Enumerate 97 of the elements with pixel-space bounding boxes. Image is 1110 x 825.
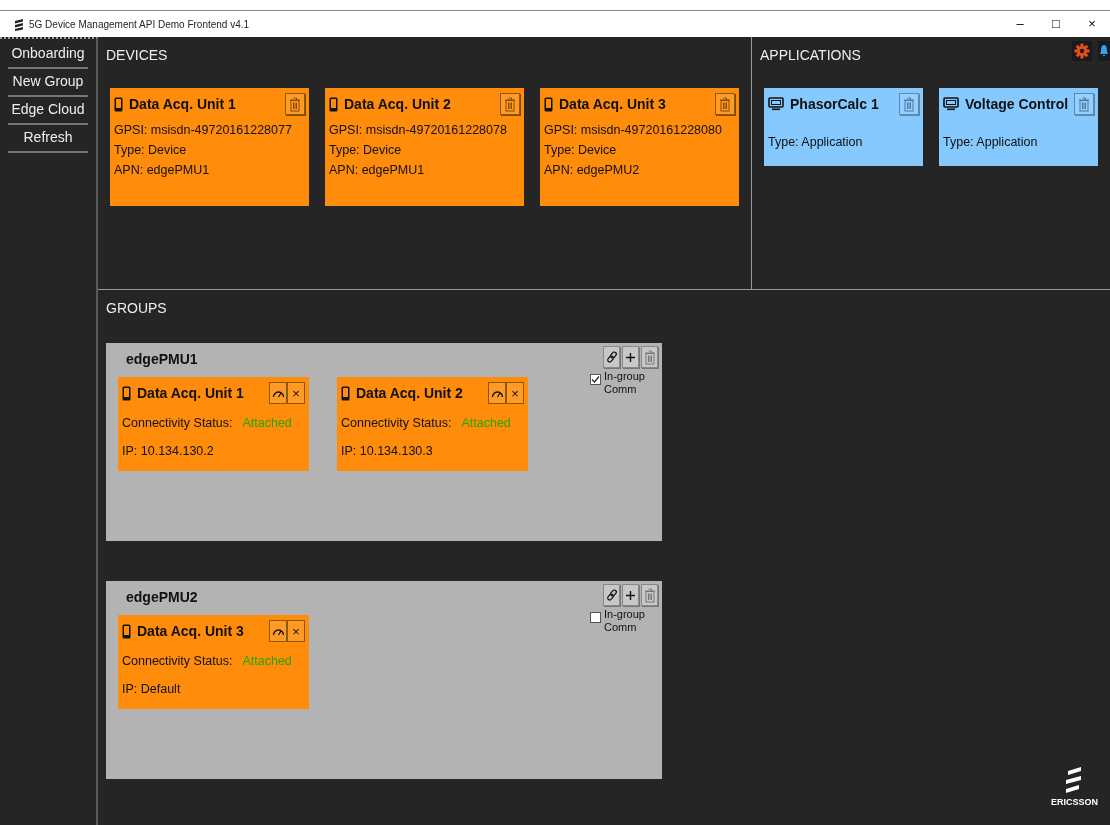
minimize-button[interactable]: – bbox=[1002, 14, 1038, 34]
checkbox-label: In-group Comm bbox=[604, 370, 646, 396]
card-text: Type: Application bbox=[768, 134, 864, 151]
delete-button[interactable] bbox=[1074, 93, 1094, 115]
delete-button[interactable] bbox=[715, 93, 735, 115]
card-text: Type: Device bbox=[544, 142, 618, 159]
device-card[interactable]: Data Acq. Unit 2 GPSI: msisdn-49720161228078 Type: Device APN: edgePMU1 bbox=[325, 88, 524, 206]
trash-icon bbox=[719, 96, 731, 112]
trash-icon bbox=[504, 96, 516, 112]
status-value: Attached bbox=[242, 415, 292, 432]
phone-icon bbox=[329, 96, 338, 112]
monitor-icon bbox=[768, 97, 784, 111]
status-label: Connectivity Status: bbox=[122, 415, 233, 432]
bell-icon bbox=[1099, 44, 1109, 58]
checkbox-label: In-group Comm bbox=[604, 608, 646, 634]
card-text: IP: 10.134.130.2 bbox=[122, 443, 215, 460]
link-button[interactable] bbox=[603, 584, 620, 606]
speed-button[interactable] bbox=[488, 382, 506, 404]
phone-icon bbox=[122, 385, 131, 401]
link-button[interactable] bbox=[603, 346, 620, 368]
speed-button[interactable] bbox=[269, 620, 287, 642]
card-text: IP: Default bbox=[122, 681, 182, 698]
trash-icon bbox=[1078, 96, 1091, 112]
plus-icon bbox=[626, 590, 635, 600]
sidebar-button[interactable]: Edge Cloud bbox=[8, 97, 88, 125]
trash-icon bbox=[643, 349, 656, 365]
check-icon bbox=[591, 375, 600, 384]
add-button[interactable] bbox=[622, 346, 639, 368]
member-card[interactable]: Data Acq. Unit 2 × Connectivity Status: Attached IP: 10.134.130.3 bbox=[337, 377, 528, 471]
sidebar-button[interactable]: New Group bbox=[8, 69, 88, 97]
group-name: edgePMU1 bbox=[126, 350, 198, 369]
card-title: PhasorCalc 1 bbox=[790, 94, 880, 114]
gear-icon bbox=[1074, 43, 1090, 59]
app-icon bbox=[14, 18, 24, 31]
gauge-icon bbox=[271, 388, 285, 398]
card-text: APN: edgePMU2 bbox=[544, 162, 641, 179]
sidebar-button[interactable]: Onboarding bbox=[8, 41, 88, 69]
card-text: IP: 10.134.130.3 bbox=[341, 443, 434, 460]
member-card[interactable]: Data Acq. Unit 3 × Connectivity Status: Attached IP: Default bbox=[118, 615, 309, 709]
card-text: APN: edgePMU1 bbox=[329, 162, 426, 179]
monitor-icon bbox=[943, 97, 959, 111]
notification-button[interactable] bbox=[1098, 41, 1110, 61]
phone-icon bbox=[114, 96, 123, 112]
trash-icon bbox=[903, 96, 915, 112]
section-heading: GROUPS bbox=[106, 299, 167, 318]
card-text: APN: edgePMU1 bbox=[114, 162, 211, 179]
trash-icon bbox=[289, 96, 301, 112]
gauge-icon bbox=[271, 626, 285, 636]
phone-icon bbox=[544, 96, 553, 112]
phone-icon bbox=[122, 623, 131, 639]
application-card[interactable]: PhasorCalc 1 Type: Application bbox=[764, 88, 923, 166]
card-title: Data Acq. Unit 1 bbox=[137, 383, 245, 403]
status-value: Attached bbox=[242, 653, 292, 670]
speed-button[interactable] bbox=[269, 382, 287, 404]
device-card[interactable]: Data Acq. Unit 3 GPSI: msisdn-49720161228080 Type: Device APN: edgePMU2 bbox=[540, 88, 739, 206]
add-button[interactable] bbox=[622, 584, 639, 606]
status-label: Connectivity Status: bbox=[122, 653, 233, 670]
status-label: Connectivity Status: bbox=[341, 415, 452, 432]
sidebar-button[interactable]: Refresh bbox=[8, 125, 88, 153]
logo: ERICSSON bbox=[1051, 766, 1098, 809]
phone-icon bbox=[341, 385, 350, 401]
delete-button[interactable] bbox=[899, 93, 919, 115]
card-title: Data Acq. Unit 3 bbox=[559, 94, 667, 114]
card-title: Data Acq. Unit 2 bbox=[356, 383, 464, 403]
card-text: GPSI: msisdn-49720161228080 bbox=[544, 122, 723, 139]
remove-button[interactable]: × bbox=[287, 620, 305, 642]
card-text: Type: Application bbox=[943, 134, 1039, 151]
card-title: Data Acq. Unit 2 bbox=[344, 94, 452, 114]
section-heading: DEVICES bbox=[106, 46, 168, 65]
close-button[interactable]: × bbox=[1074, 14, 1110, 34]
delete-button[interactable] bbox=[500, 93, 520, 115]
plus-icon bbox=[626, 352, 635, 362]
card-title: Voltage Control bbox=[965, 94, 1069, 114]
status-value: Attached bbox=[461, 415, 511, 432]
maximize-button[interactable]: □ bbox=[1038, 14, 1074, 34]
application-card[interactable]: Voltage Control Type: Application bbox=[939, 88, 1098, 166]
section-heading: APPLICATIONS bbox=[760, 46, 861, 65]
delete-button[interactable] bbox=[285, 93, 305, 115]
settings-button[interactable] bbox=[1072, 41, 1092, 61]
card-text: GPSI: msisdn-49720161228078 bbox=[329, 122, 508, 139]
checkbox[interactable] bbox=[590, 374, 601, 385]
checkbox[interactable] bbox=[590, 612, 601, 623]
remove-button[interactable]: × bbox=[287, 382, 305, 404]
link-icon bbox=[605, 589, 618, 601]
group-name: edgePMU2 bbox=[126, 588, 198, 607]
trash-icon bbox=[643, 587, 656, 603]
member-card[interactable]: Data Acq. Unit 1 × Connectivity Status: Attached IP: 10.134.130.2 bbox=[118, 377, 309, 471]
link-icon bbox=[605, 351, 618, 363]
window-title: 5G Device Management API Demo Frontend v4.1 bbox=[29, 17, 251, 32]
card-text: Type: Device bbox=[329, 142, 403, 159]
device-card[interactable]: Data Acq. Unit 1 GPSI: msisdn-49720161228077 Type: Device APN: edgePMU1 bbox=[110, 88, 309, 206]
remove-button[interactable]: × bbox=[506, 382, 524, 404]
card-text: Type: Device bbox=[114, 142, 188, 159]
gauge-icon bbox=[490, 388, 504, 398]
card-title: Data Acq. Unit 1 bbox=[129, 94, 237, 114]
card-text: GPSI: msisdn-49720161228077 bbox=[114, 122, 293, 139]
card-title: Data Acq. Unit 3 bbox=[137, 621, 245, 641]
